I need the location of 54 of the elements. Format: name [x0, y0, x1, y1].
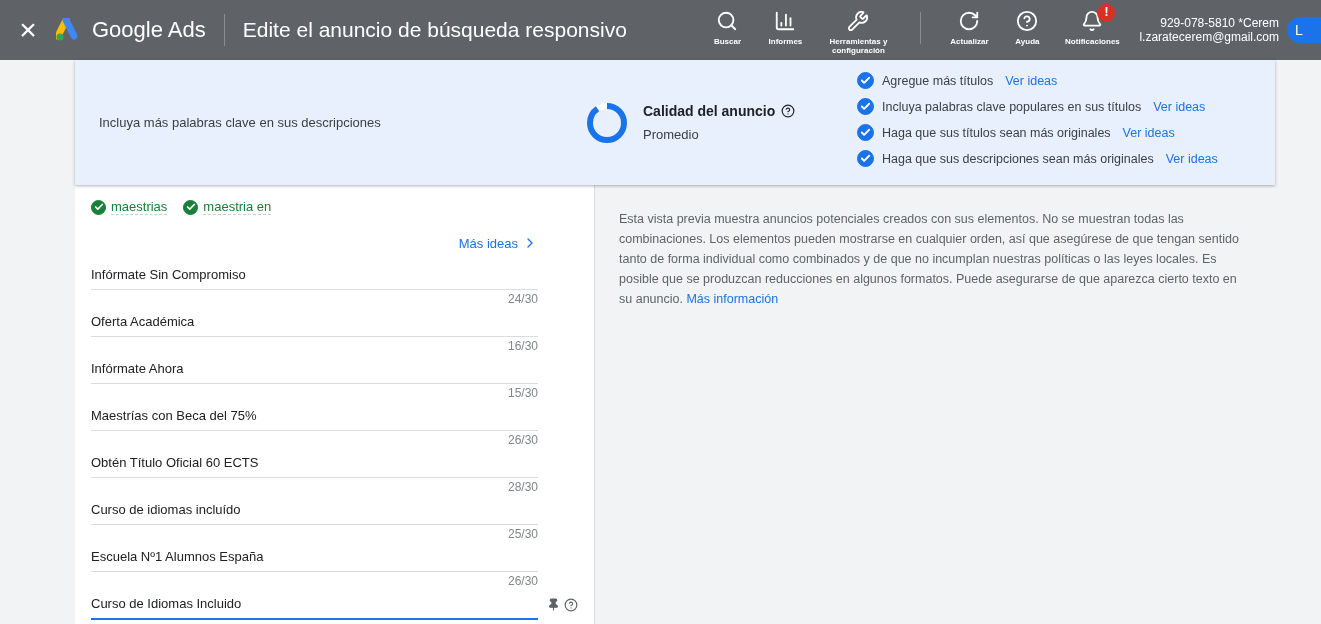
- ideas-link[interactable]: Ver ideas: [1153, 99, 1206, 114]
- headline-field[interactable]: Infórmate Ahora: [91, 354, 538, 384]
- search-icon: [716, 10, 739, 32]
- tip-text: Agregue más títulos: [882, 73, 994, 88]
- headline-field[interactable]: Oferta Académica: [91, 307, 538, 337]
- help-icon[interactable]: [781, 104, 796, 118]
- avatar[interactable]: L: [1287, 17, 1321, 43]
- headline-field[interactable]: Curso de idiomas incluído: [91, 495, 538, 525]
- ideas-link[interactable]: Ver ideas: [1005, 73, 1058, 88]
- headline-field[interactable]: Obtén Título Oficial 60 ECTS: [91, 448, 538, 478]
- tip-text: Haga que sus descripciones sean más originales: [882, 151, 1154, 166]
- headline-field[interactable]: Infórmate Sin Compromiso: [91, 260, 538, 290]
- refresh-tool[interactable]: Actualizar: [939, 10, 1000, 47]
- refresh-icon: [958, 10, 981, 32]
- close-button[interactable]: ×: [0, 13, 56, 47]
- search-tool[interactable]: Buscar: [698, 10, 757, 47]
- tools-tool[interactable]: Herramientas y configuración: [814, 10, 903, 56]
- bar-chart-icon: [774, 10, 797, 32]
- help-tool[interactable]: Ayuda: [999, 10, 1056, 47]
- help-icon[interactable]: [564, 597, 578, 612]
- more-info-link[interactable]: Más información: [686, 292, 779, 306]
- pin-icon[interactable]: [547, 598, 560, 611]
- headline-field[interactable]: Curso de Idiomas Incluido: [91, 589, 538, 620]
- keyword[interactable]: maestria en: [203, 199, 272, 215]
- character-count: 26/30: [507, 433, 538, 447]
- preview-note: Esta vista previa muestra anuncios potenciales creados con sus elementos. No se muestran todas las combinaciones. Los elementos pueden mostrarse en cualquier orden, así que asegúrese de que tengan sentido tanto de forma individual como combinados y de que no incumplan nuestras políticas o las leyes locales. Es posible que se produzcan reducciones en algunos formatos. Puede asegurarse de que aparezca cierto texto en su anuncio. Más información: [619, 211, 1240, 308]
- product-name: Google Ads: [92, 17, 206, 43]
- headline-field[interactable]: Maestrías con Beca del 75%: [91, 401, 538, 431]
- quality-meter: [585, 100, 629, 145]
- character-count: 16/30: [507, 339, 538, 353]
- reports-tool[interactable]: Informes: [756, 10, 815, 47]
- more-ideas-link[interactable]: Más ideas: [91, 235, 538, 251]
- quality-title: Calidad del anuncio: [643, 103, 776, 119]
- account-email: l.zaratecerem@gmail.com: [1139, 30, 1279, 44]
- bell-tool[interactable]: Notificaciones !: [1055, 4, 1130, 47]
- wrench-icon: [847, 10, 870, 32]
- bell-icon: [1081, 10, 1104, 32]
- character-count: 25/30: [507, 527, 538, 541]
- help-icon: [1016, 10, 1039, 32]
- quality-hint: Incluya más palabras clave en sus descripciones: [99, 115, 382, 130]
- alert-badge: !: [1097, 4, 1116, 22]
- quality-rating: Promedio: [643, 127, 700, 142]
- account-name: 929-078-5810 *Cerem: [1160, 16, 1279, 30]
- tip-text: Incluya palabras clave populares en sus títulos: [882, 99, 1142, 114]
- character-count: 28/30: [507, 480, 538, 494]
- keyword[interactable]: maestrias: [111, 199, 168, 215]
- character-count: 15/30: [507, 386, 538, 400]
- ideas-link[interactable]: Ver ideas: [1165, 151, 1218, 166]
- tip-text: Haga que sus títulos sean más originales: [882, 125, 1111, 140]
- character-count: 24/30: [507, 292, 538, 306]
- headline-field[interactable]: Escuela Nº1 Alumnos España: [91, 542, 538, 572]
- character-count: 26/30: [507, 574, 538, 588]
- ideas-link[interactable]: Ver ideas: [1122, 125, 1175, 140]
- page-title: Edite el anuncio de búsqueda responsivo: [242, 18, 627, 42]
